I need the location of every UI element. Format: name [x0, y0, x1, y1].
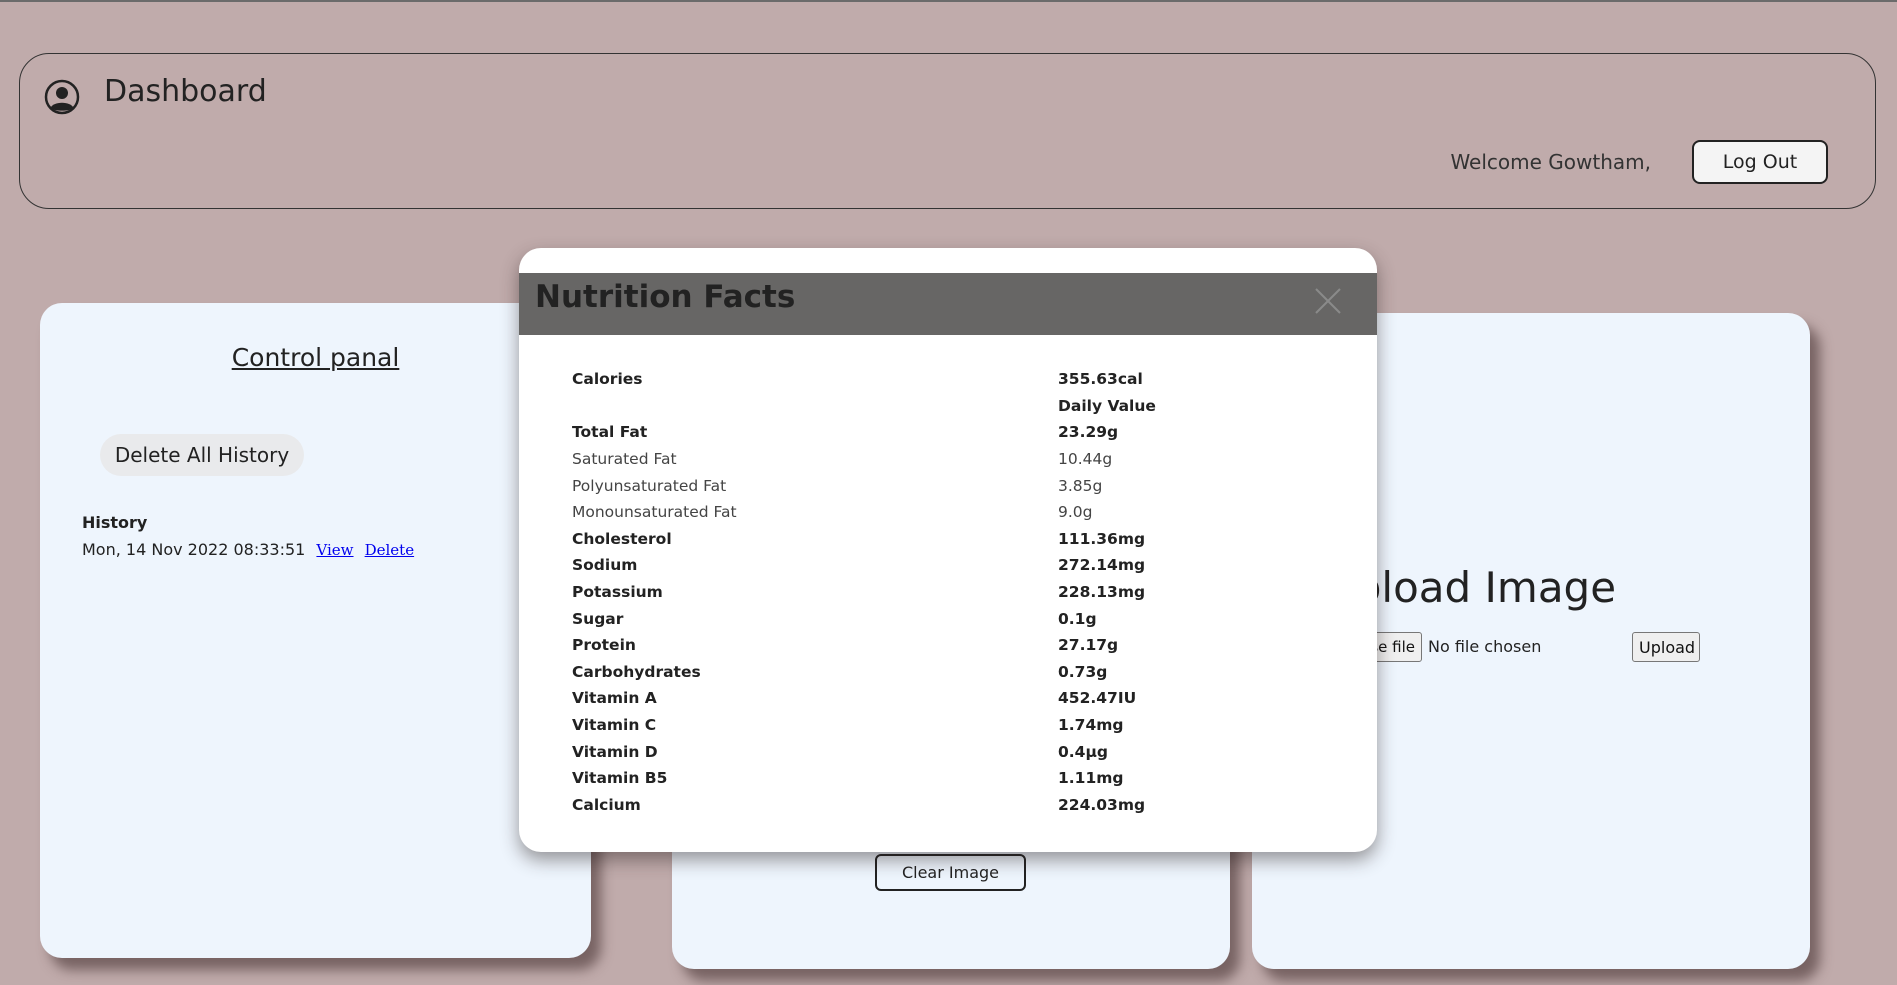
nutrient-value: 1.11mg — [1058, 769, 1124, 788]
nutrient-label: Vitamin C — [572, 716, 657, 735]
nutrient-label: Calcium — [572, 795, 641, 814]
nutrition-row: Total Fat 23.29g — [572, 419, 1332, 446]
nutrient-label: Sodium — [572, 556, 638, 575]
nutrition-row: Cholesterol 111.36mg — [572, 526, 1332, 553]
control-panel-title: Control panal — [231, 343, 400, 372]
nutrition-table: Calories 355.63cal Daily Value Total Fat 23.… — [572, 366, 1332, 818]
file-status-text: No file chosen — [1428, 637, 1542, 656]
nutrient-label — [572, 393, 1058, 420]
nutrient-label: Polyunsaturated Fat — [572, 476, 727, 495]
nutrition-row: Sugar 0.1g — [572, 605, 1332, 632]
nutrition-row: Carbohydrates 0.73g — [572, 659, 1332, 686]
nutrition-facts-modal: Nutrition Facts Calories 355.63cal Daily V… — [519, 248, 1377, 852]
nutrient-label: Saturated Fat — [572, 450, 677, 469]
nutrient-value: 228.13mg — [1058, 583, 1146, 602]
upload-button[interactable]: Upload — [1632, 632, 1700, 662]
nutrition-row: Vitamin A 452.47IU — [572, 685, 1332, 712]
clear-image-button[interactable]: Clear Image — [875, 854, 1026, 891]
control-panel-card: Control panal Delete All History History… — [40, 303, 591, 958]
nutrition-row: Daily Value — [572, 393, 1332, 420]
modal-header: Nutrition Facts — [519, 273, 1377, 335]
nutrition-row: Calories 355.63cal — [572, 366, 1332, 393]
nutrient-value: 272.14mg — [1058, 556, 1146, 575]
nutrient-value: 224.03mg — [1058, 795, 1146, 814]
nutrient-value: 0.73g — [1058, 662, 1108, 681]
nutrient-value: 23.29g — [1058, 423, 1119, 442]
nutrient-value: 452.47IU — [1058, 689, 1137, 708]
nutrition-row: Saturated Fat 10.44g — [572, 446, 1332, 473]
modal-title: Nutrition Facts — [535, 279, 796, 315]
nutrition-row: Vitamin C 1.74mg — [572, 712, 1332, 739]
nutrition-row: Vitamin B5 1.11mg — [572, 765, 1332, 792]
nutrient-label: Monounsaturated Fat — [572, 503, 737, 522]
nutrition-row: Potassium 228.13mg — [572, 579, 1332, 606]
nutrient-value: 10.44g — [1058, 450, 1113, 469]
nutrition-row: Calcium 224.03mg — [572, 792, 1332, 819]
nutrient-label: Sugar — [572, 609, 624, 628]
top-border — [0, 0, 1897, 2]
nutrient-value: 3.85g — [1058, 476, 1103, 495]
nutrient-label: Vitamin D — [572, 742, 658, 761]
dashboard-header: Dashboard Welcome Gowtham, Log Out — [19, 53, 1876, 209]
nutrition-row: Vitamin D 0.4µg — [572, 738, 1332, 765]
history-delete-link[interactable]: Delete — [365, 541, 414, 559]
nutrient-value: 0.1g — [1058, 609, 1097, 628]
nutrient-label: Calories — [572, 370, 643, 389]
nutrient-value: 1.74mg — [1058, 716, 1124, 735]
history-view-link[interactable]: View — [316, 541, 353, 559]
history-timestamp: Mon, 14 Nov 2022 08:33:51 — [82, 540, 306, 559]
nutrient-value: 9.0g — [1058, 503, 1093, 522]
delete-all-history-button[interactable]: Delete All History — [100, 434, 304, 476]
nutrition-row: Sodium 272.14mg — [572, 552, 1332, 579]
nutrient-label: Vitamin B5 — [572, 769, 668, 788]
nutrient-label: Potassium — [572, 583, 663, 602]
nutrient-value: 355.63cal — [1058, 370, 1143, 389]
history-heading: History — [82, 513, 148, 532]
nutrition-row: Monounsaturated Fat 9.0g — [572, 499, 1332, 526]
close-icon[interactable] — [1313, 286, 1343, 316]
welcome-text: Welcome Gowtham, — [1450, 150, 1651, 174]
nutrient-value: 27.17g — [1058, 636, 1119, 655]
nutrient-label: Vitamin A — [572, 689, 657, 708]
nutrient-value: 0.4µg — [1058, 742, 1108, 761]
nutrient-label: Carbohydrates — [572, 662, 701, 681]
nutrient-value: Daily Value — [1058, 396, 1156, 415]
logout-button[interactable]: Log Out — [1692, 140, 1828, 184]
nutrient-label: Total Fat — [572, 423, 648, 442]
page-title: Dashboard — [104, 74, 267, 109]
nutrient-value: 111.36mg — [1058, 529, 1146, 548]
nutrient-label: Protein — [572, 636, 636, 655]
nutrient-label: Cholesterol — [572, 529, 672, 548]
nutrition-row: Protein 27.17g — [572, 632, 1332, 659]
nutrition-row: Polyunsaturated Fat 3.85g — [572, 472, 1332, 499]
history-item: Mon, 14 Nov 2022 08:33:51 View Delete — [82, 540, 414, 559]
user-avatar-icon — [44, 79, 80, 115]
